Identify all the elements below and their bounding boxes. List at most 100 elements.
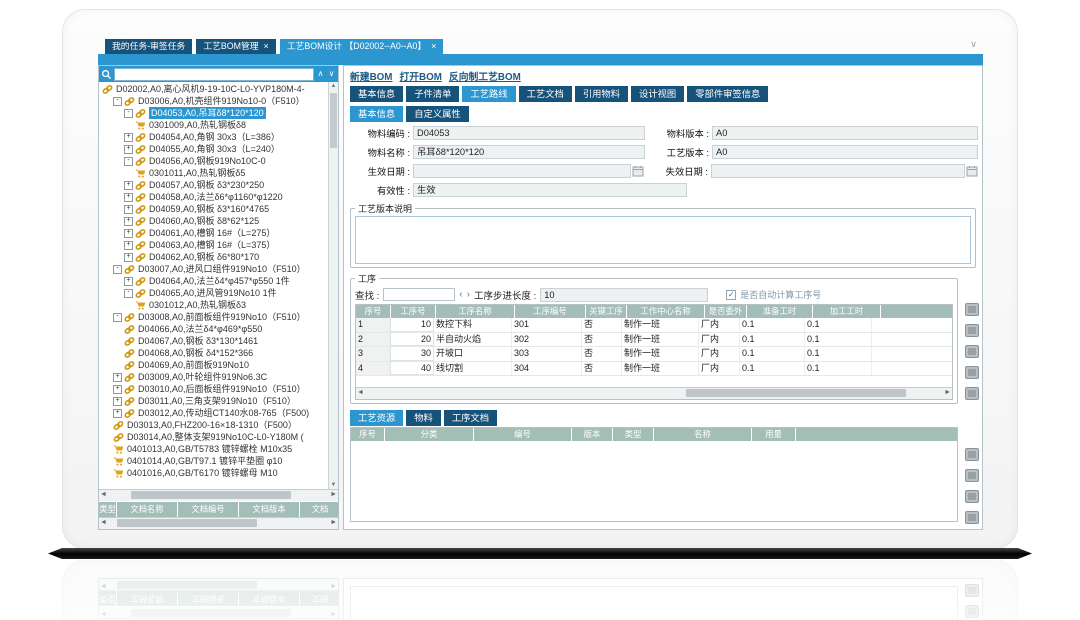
scroll-right-icon[interactable]: ► (330, 491, 337, 498)
tree-item[interactable]: -D04053,A0,吊耳δ8*120*120 (99, 107, 329, 119)
close-tab-icon[interactable]: × (431, 42, 436, 51)
expand-icon[interactable]: + (124, 241, 133, 250)
tree-item[interactable]: +D03010,A0,后面板组件919No10（F510） (99, 383, 329, 395)
scroll-thumb[interactable] (330, 93, 337, 148)
tree-item[interactable]: +D03009,A0,叶轮组件919No6.3C (99, 371, 329, 383)
resource-tab[interactable]: 工序文档 (444, 410, 497, 426)
expand-icon[interactable]: + (124, 277, 133, 286)
tree-item[interactable]: +D04059,A0,钢板 δ3*160*4765 (99, 203, 329, 215)
expand-icon[interactable]: + (124, 181, 133, 190)
toolbar-icon[interactable] (965, 366, 979, 379)
tree-item[interactable]: 0401016,A0,GB/T6170 镀锌螺母 M10 (99, 467, 329, 479)
tree-item[interactable]: 0301009,A0,热轧钢板δ8 (99, 119, 329, 131)
expand-icon[interactable]: + (124, 253, 133, 262)
expand-icon[interactable]: + (124, 193, 133, 202)
tree-item[interactable]: D04068,A0,钢板 δ4*152*366 (99, 347, 329, 359)
tree-horizontal-scrollbar[interactable]: ◄ ► (99, 489, 338, 501)
expand-icon[interactable]: + (113, 397, 122, 406)
scroll-thumb[interactable] (131, 491, 291, 499)
toolbar-icon[interactable] (965, 303, 979, 316)
tree-item[interactable]: -D04056,A0,钢板919No10C-0 (99, 155, 329, 167)
tree-vertical-scrollbar[interactable]: ▲ ▼ (328, 82, 338, 489)
tree-item[interactable]: 0301012,A0,热轧钢板δ3 (99, 299, 329, 311)
expand-icon[interactable]: + (124, 145, 133, 154)
collapse-icon[interactable]: - (113, 313, 122, 322)
tree-item[interactable]: D03014,A0,整体支架919No10C-L0-Y180M ( (99, 431, 329, 443)
collapse-icon[interactable]: - (113, 97, 122, 106)
toolbar-icon[interactable] (965, 448, 979, 461)
collapse-icon[interactable]: - (124, 289, 133, 298)
scroll-left-icon[interactable]: ◄ (100, 519, 107, 526)
tree-item[interactable]: +D04062,A0,钢板 δ6*80*170 (99, 251, 329, 263)
tree-item[interactable]: +D03011,A0,三角支架919No10（F510） (99, 395, 329, 407)
expire-date-field[interactable] (711, 164, 965, 178)
main-tab[interactable]: 设计视图 (631, 86, 684, 102)
process-version-field[interactable]: A0 (712, 145, 978, 159)
open-bom-link[interactable]: 打开BOM (399, 69, 441, 83)
version-note-textarea[interactable] (355, 216, 971, 264)
main-tab[interactable]: 基本信息 (350, 86, 403, 102)
tree-item[interactable]: D03013,A0,FHZ200-16×18-1310（F500） (99, 419, 329, 431)
collapse-icon[interactable]: - (124, 157, 133, 166)
scroll-left-icon[interactable]: ◄ (357, 389, 364, 396)
expand-icon[interactable]: + (124, 205, 133, 214)
scroll-down-icon[interactable]: ▼ (329, 482, 338, 488)
step-length-field[interactable]: 10 (540, 288, 708, 302)
reverse-bom-link[interactable]: 反向制工艺BOM (449, 69, 521, 83)
toolbar-icon[interactable] (965, 324, 979, 337)
tree-item[interactable]: +D04064,A0,法兰δ4*φ457*φ550 1件 (99, 275, 329, 287)
tree-search-input[interactable] (114, 68, 314, 81)
auto-calc-checkbox[interactable]: ✓ (726, 290, 736, 300)
process-table-row[interactable]: 330开坡口303否制作一班厂内0.10.1 (356, 347, 952, 362)
sub-tab[interactable]: 基本信息 (350, 106, 403, 122)
scroll-thumb[interactable] (686, 389, 906, 397)
tree-item[interactable]: 0401013,A0,GB/T5783 镀锌螺栓 M10x35 (99, 443, 329, 455)
tree-item[interactable]: +D04055,A0,角钢 30x3（L=240） (99, 143, 329, 155)
expand-icon[interactable]: + (124, 217, 133, 226)
tree-item[interactable]: -D03008,A0,前面板组件919No10（F510） (99, 311, 329, 323)
collapse-icon[interactable]: - (124, 109, 133, 118)
calendar-icon[interactable] (632, 165, 644, 177)
collapse-icon[interactable]: - (113, 265, 122, 274)
process-horizontal-scrollbar[interactable]: ◄ ► (356, 387, 952, 399)
expand-icon[interactable]: + (124, 229, 133, 238)
toolbar-icon[interactable] (965, 490, 979, 503)
toolbar-icon[interactable] (965, 345, 979, 358)
validity-field[interactable]: 生效 (413, 183, 687, 197)
tree-item[interactable]: +D04060,A0,钢板 δ8*62*125 (99, 215, 329, 227)
material-version-field[interactable]: A0 (712, 126, 978, 140)
tree-item[interactable]: +D04061,A0,槽钢 16#（L=275） (99, 227, 329, 239)
process-table-row[interactable]: 220半自动火焰302否制作一班厂内0.10.1 (356, 333, 952, 348)
sub-tab[interactable]: 自定义属性 (406, 106, 469, 122)
expand-icon[interactable]: + (113, 409, 122, 418)
material-name-field[interactable]: 吊耳δ8*120*120 (413, 145, 645, 159)
search-next-icon[interactable]: ∨ (327, 70, 336, 78)
calendar-icon[interactable] (966, 165, 978, 177)
scroll-left-icon[interactable]: ◄ (100, 491, 107, 498)
main-tab[interactable]: 子件清单 (406, 86, 459, 102)
process-table-row[interactable]: 440线切割304否制作一班厂内0.10.1 (356, 362, 952, 377)
toolbar-icon[interactable] (965, 511, 979, 524)
resource-tab[interactable]: 工艺资源 (350, 410, 403, 426)
tree-item[interactable]: +D04057,A0,钢板 δ3*230*250 (99, 179, 329, 191)
window-tab[interactable]: 工艺BOM管理× (196, 39, 276, 54)
toolbar-icon[interactable] (965, 387, 979, 400)
scroll-right-icon[interactable]: ► (330, 519, 337, 526)
material-code-field[interactable]: D04053 (413, 126, 645, 140)
search-prev-icon[interactable]: ∧ (316, 70, 325, 78)
tree-item[interactable]: D04069,A0,前面板919No10 (99, 359, 329, 371)
collapse-panel-icon[interactable]: ∨ (970, 39, 977, 50)
tree-item[interactable]: -D03006,A0,机壳组件919No10-0（F510） (99, 95, 329, 107)
tree-item[interactable]: +D04054,A0,角钢 30x3（L=386） (99, 131, 329, 143)
main-tab[interactable]: 引用物料 (575, 86, 628, 102)
tree-item[interactable]: D04066,A0,法兰δ4*φ469*φ550 (99, 323, 329, 335)
window-tab[interactable]: 工艺BOM设计 【D02002--A0--A0】× (280, 39, 444, 54)
tree-item[interactable]: -D04065,A0,进风管919No10 1件 (99, 287, 329, 299)
prev-step-icon[interactable]: ‹ (459, 290, 462, 300)
scroll-up-icon[interactable]: ▲ (329, 83, 338, 89)
close-tab-icon[interactable]: × (264, 42, 269, 51)
tree-item[interactable]: -D03007,A0,进风口组件919No10（F510） (99, 263, 329, 275)
expand-icon[interactable]: + (124, 133, 133, 142)
tree-item[interactable]: +D04063,A0,槽钢 16#（L=375） (99, 239, 329, 251)
next-step-icon[interactable]: › (467, 290, 470, 300)
